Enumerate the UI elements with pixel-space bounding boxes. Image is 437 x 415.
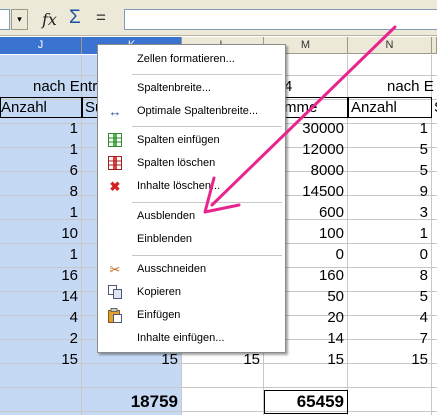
annotation-arrow-icon	[203, 25, 397, 214]
